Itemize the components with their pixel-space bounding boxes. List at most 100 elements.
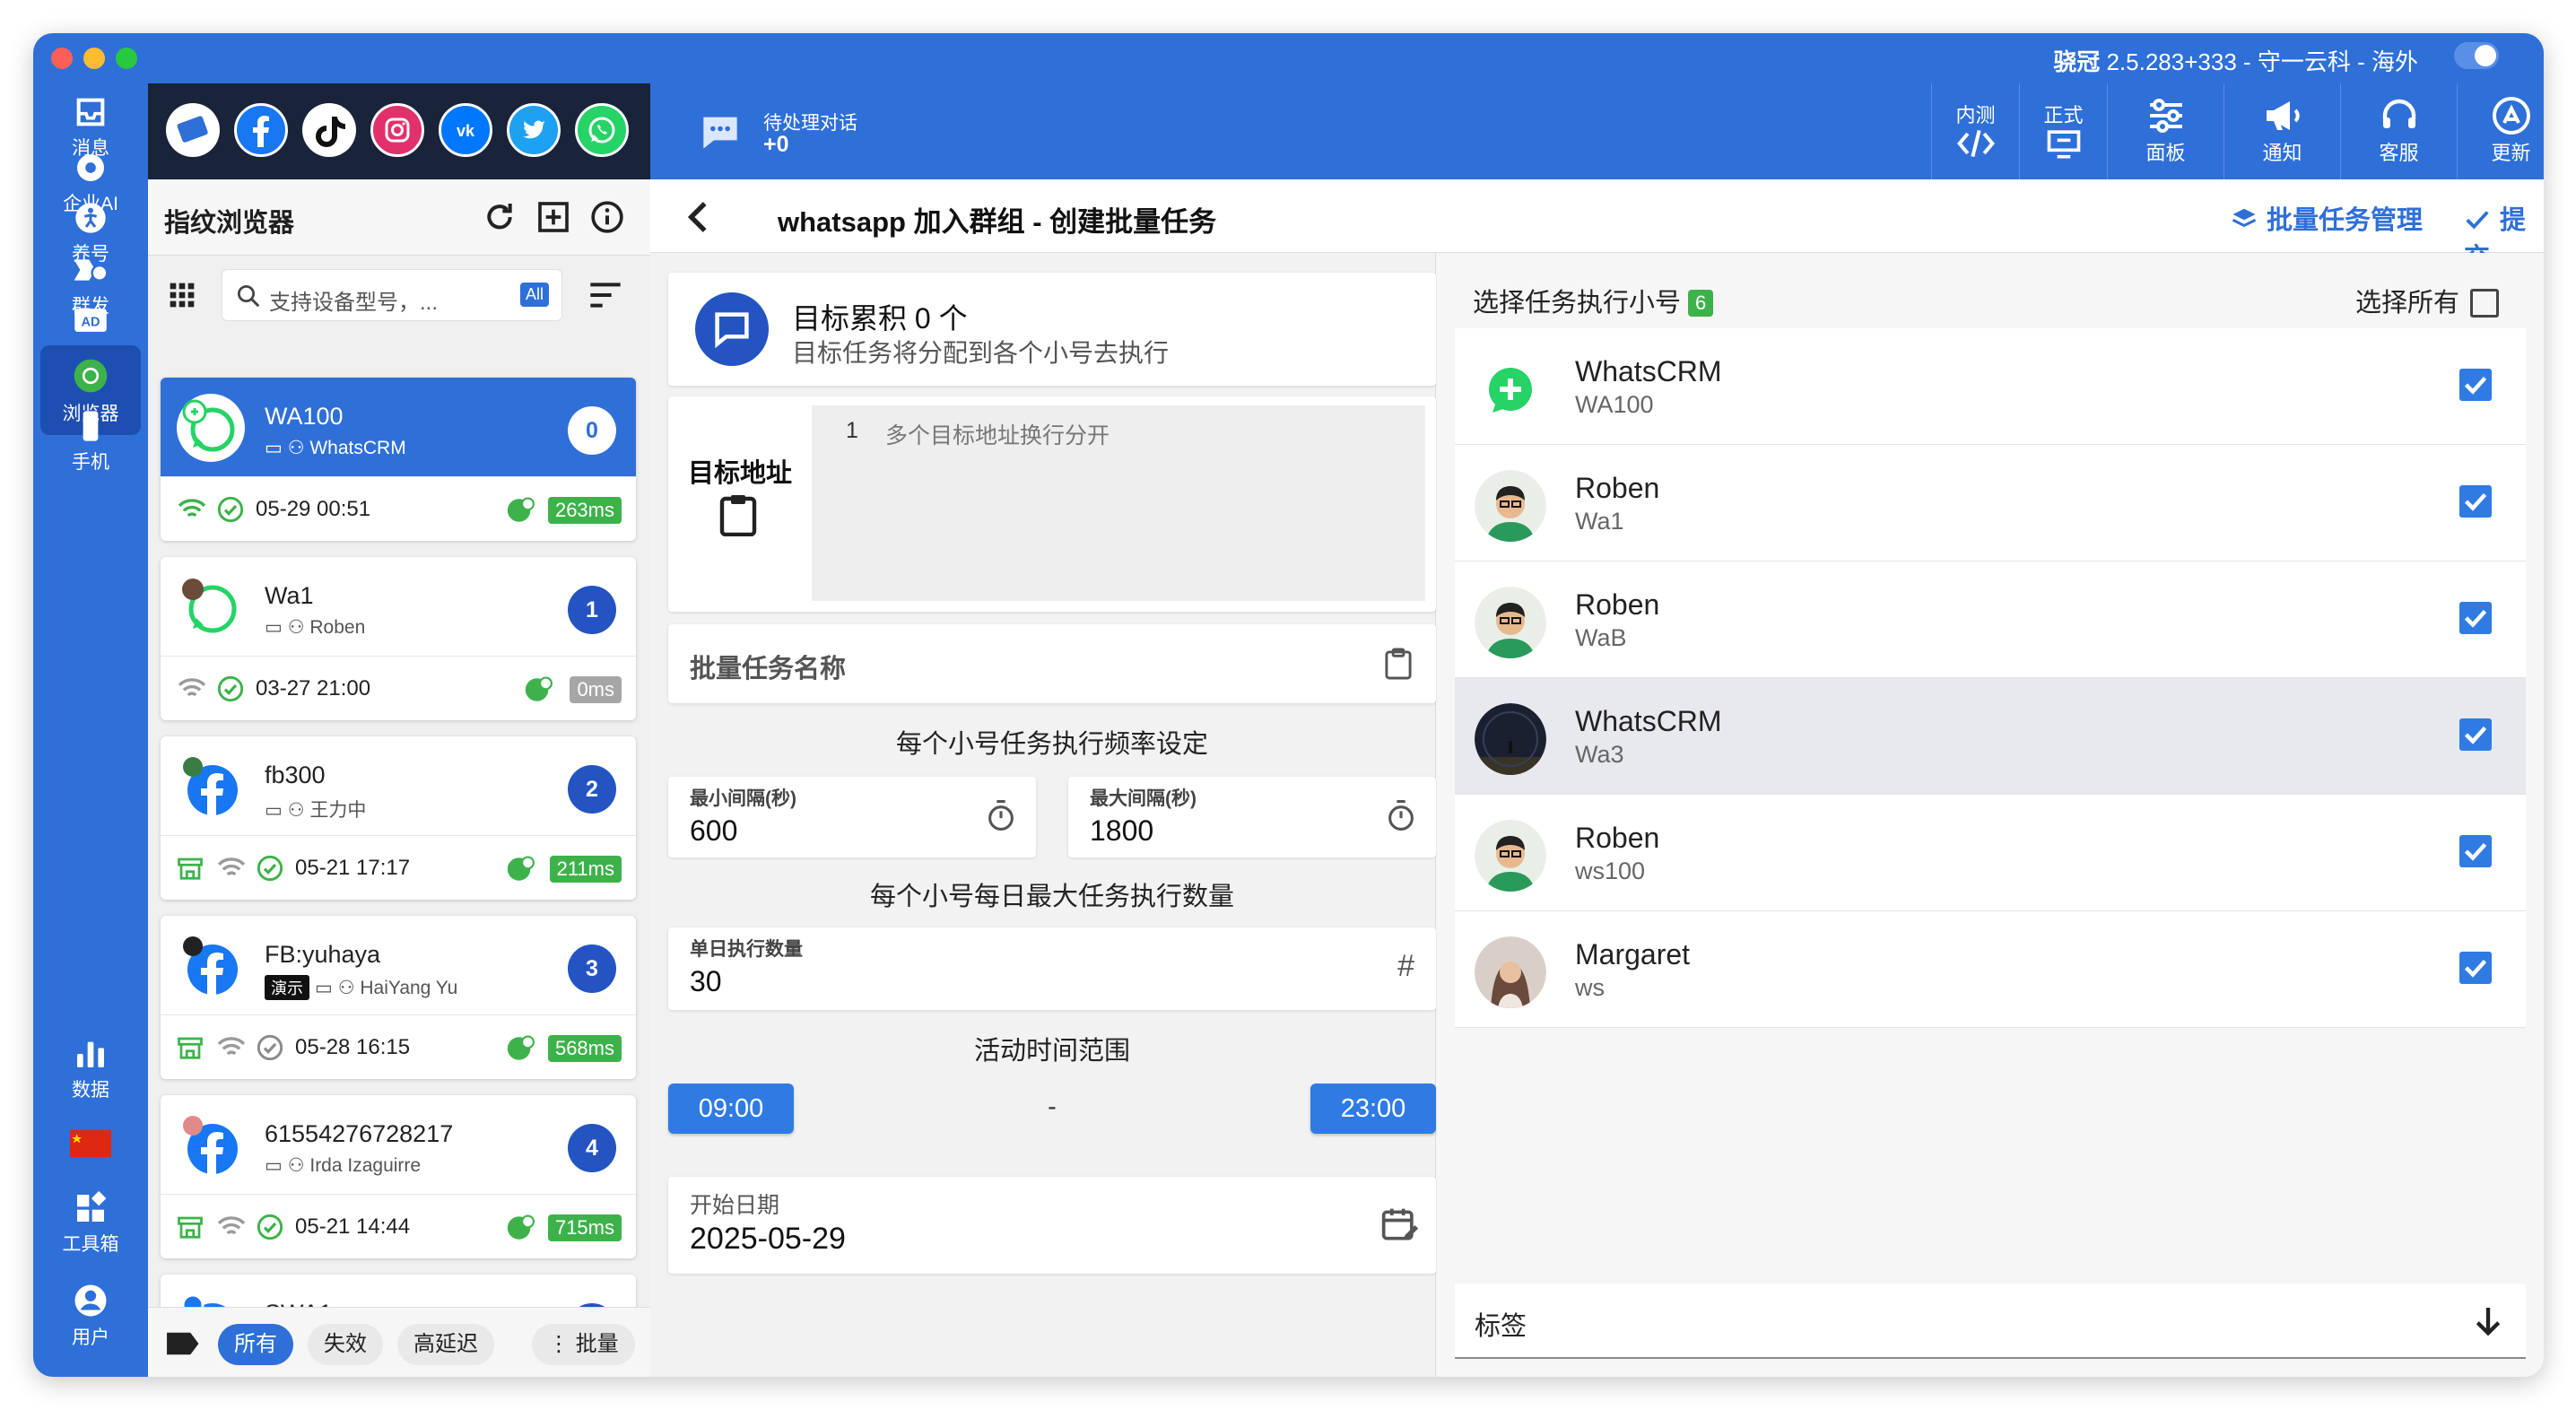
avatar [1475, 703, 1546, 775]
theme-toggle[interactable] [2454, 42, 2499, 69]
production-env-button[interactable]: 正式 [2019, 83, 2107, 179]
account-index-badge: 2 [568, 765, 616, 814]
globe-check-icon [507, 497, 535, 522]
grid-view-icon[interactable] [168, 281, 196, 309]
rail-item-user[interactable]: 用户 [40, 1271, 141, 1361]
monitor-icon [2047, 130, 2080, 159]
add-box-icon[interactable] [535, 199, 571, 235]
close-window-button[interactable] [51, 48, 73, 69]
executor-row[interactable]: WhatsCRM Wa3 [1455, 678, 2526, 795]
rail-item-phone[interactable]: 手机 [40, 397, 141, 487]
notification-button[interactable]: 通知 [2224, 83, 2340, 179]
avatar [1475, 820, 1546, 892]
fingerprint-browser-icon[interactable] [166, 103, 220, 157]
globe-check-icon [507, 1035, 535, 1060]
calendar-edit-icon[interactable] [1380, 1205, 1420, 1245]
twitter-icon[interactable] [507, 103, 561, 157]
whatsapp-icon[interactable] [575, 103, 629, 157]
region-flag[interactable] [40, 1117, 141, 1171]
account-card[interactable]: 61554276728217 ▭ ⚇ Irda Izaguirre 4 05-2… [161, 1095, 636, 1258]
refresh-icon[interactable] [482, 199, 518, 235]
clipboard-icon[interactable] [718, 493, 758, 536]
filter-high-latency-chip[interactable]: 高延迟 [397, 1324, 494, 1365]
sort-icon[interactable] [587, 279, 623, 311]
target-address-box: 目标地址 1 多个目标地址换行分开 [668, 396, 1436, 612]
check-circle-icon [217, 496, 244, 523]
account-card[interactable]: FB:yuhaya 演示 ▭ ⚇ HaiYang Yu 3 05-28 16:15… [161, 916, 636, 1079]
max-interval-input[interactable]: 最大间隔(秒) 1800 [1068, 777, 1436, 857]
account-card[interactable]: fb300 ▭ ⚇ 王力中 2 05-21 17:17 211ms [161, 736, 636, 900]
facebook-icon[interactable] [234, 103, 288, 157]
account-index-badge: 4 [568, 1124, 616, 1172]
pending-conversations[interactable]: 待处理对话 +0 [695, 107, 857, 161]
account-search-input[interactable]: 支持设备型号，... All [222, 269, 562, 321]
row-checkbox[interactable] [2459, 718, 2492, 751]
whatsapp-avatar-icon [177, 394, 245, 462]
select-all-checkbox[interactable]: 选择所有 [2355, 282, 2499, 319]
check-circle-icon [257, 1214, 283, 1240]
executor-row[interactable]: Roben ws100 [1455, 795, 2526, 911]
row-checkbox[interactable] [2459, 485, 2492, 518]
owner-icon: ⚇ [287, 617, 305, 638]
chart-icon [77, 1041, 104, 1067]
search-scope-badge[interactable]: All [519, 283, 549, 307]
filter-all-chip[interactable]: 所有 [218, 1324, 293, 1365]
info-icon[interactable] [589, 199, 625, 235]
batch-task-manage-link[interactable]: 批量任务管理 [2231, 199, 2423, 237]
frequency-section-title: 每个小号任务执行频率设定 [895, 730, 1208, 759]
row-checkbox[interactable] [2459, 835, 2492, 867]
panel-title: 指纹浏览器 [164, 209, 295, 238]
user-icon [74, 1284, 107, 1317]
back-arrow-icon[interactable] [683, 199, 715, 235]
executor-row[interactable]: Roben WaB [1455, 561, 2526, 678]
beta-env-button[interactable]: 内测 [1931, 83, 2019, 179]
task-name-input[interactable]: 批量任务名称 [668, 624, 1436, 703]
facebook-avatar-icon [183, 1116, 238, 1174]
daily-count-input[interactable]: 单日执行数量 30 # [668, 927, 1436, 1010]
code-icon [1956, 129, 1995, 158]
minimize-window-button[interactable] [83, 48, 105, 69]
start-date-input[interactable]: 开始日期 2025-05-29 [668, 1177, 1436, 1274]
top-bar: 待处理对话 +0 内测 正式 面板 通知 客服 更新 [650, 83, 2544, 179]
chat-icon [695, 292, 769, 366]
latency-badge: 263ms [547, 497, 622, 524]
arrow-down-icon [2476, 1308, 2501, 1336]
china-flag-icon [70, 1129, 111, 1158]
executor-row[interactable]: Roben Wa1 [1455, 445, 2526, 561]
tag-select[interactable]: 标签 [1455, 1284, 2526, 1359]
main-header: whatsapp 加入群组 - 创建批量任务 批量任务管理 提交 [650, 179, 2544, 273]
target-address-textarea[interactable]: 1 多个目标地址换行分开 [812, 405, 1425, 601]
executor-row[interactable]: Margaret ws [1455, 911, 2526, 1028]
svg-text:vk: vk [457, 122, 475, 140]
vk-icon[interactable]: vk [439, 103, 492, 157]
row-checkbox[interactable] [2459, 952, 2492, 984]
label-tag-icon[interactable] [164, 1329, 200, 1358]
customer-service-button[interactable]: 客服 [2340, 83, 2457, 179]
owner-icon: ⚇ [287, 800, 305, 821]
wifi-icon [217, 857, 246, 876]
end-time-button[interactable]: 23:00 [1310, 1084, 1436, 1134]
filter-invalid-chip[interactable]: 失效 [308, 1324, 383, 1365]
rail-item-toolbox[interactable]: 工具箱 [40, 1179, 141, 1269]
paste-icon[interactable] [1384, 648, 1413, 680]
check-circle-icon [217, 675, 244, 702]
executor-row[interactable]: WhatsCRM WA100 [1455, 328, 2526, 445]
batch-menu-button[interactable]: ⋮ 批量 [532, 1324, 635, 1365]
sliders-icon [2149, 99, 2182, 133]
latency-badge: 568ms [547, 1035, 622, 1062]
panel-button[interactable]: 面板 [2107, 83, 2224, 179]
row-checkbox[interactable] [2459, 602, 2492, 634]
account-card[interactable]: WA100 ▭ ⚇ WhatsCRM 0 05-29 00:51 263ms [161, 378, 636, 541]
update-button[interactable]: 更新 [2457, 83, 2544, 179]
account-card[interactable]: Wa1 ▭ ⚇ Roben 1 03-27 21:00 0ms [161, 557, 636, 720]
tiktok-icon[interactable] [302, 103, 356, 157]
app-window: 骁冠 2.5.283+333 - 守一云科 - 海外 消息 企业AI 养号 群发… [33, 33, 2544, 1377]
row-checkbox[interactable] [2459, 369, 2492, 401]
timer-icon [1388, 800, 1414, 831]
min-interval-input[interactable]: 最小间隔(秒) 600 [668, 777, 1036, 857]
rail-item-data[interactable]: 数据 [40, 1025, 141, 1115]
account-index-badge: 0 [568, 406, 616, 455]
store-icon [178, 1216, 203, 1239]
maximize-window-button[interactable] [116, 48, 137, 69]
instagram-icon[interactable] [370, 103, 424, 157]
